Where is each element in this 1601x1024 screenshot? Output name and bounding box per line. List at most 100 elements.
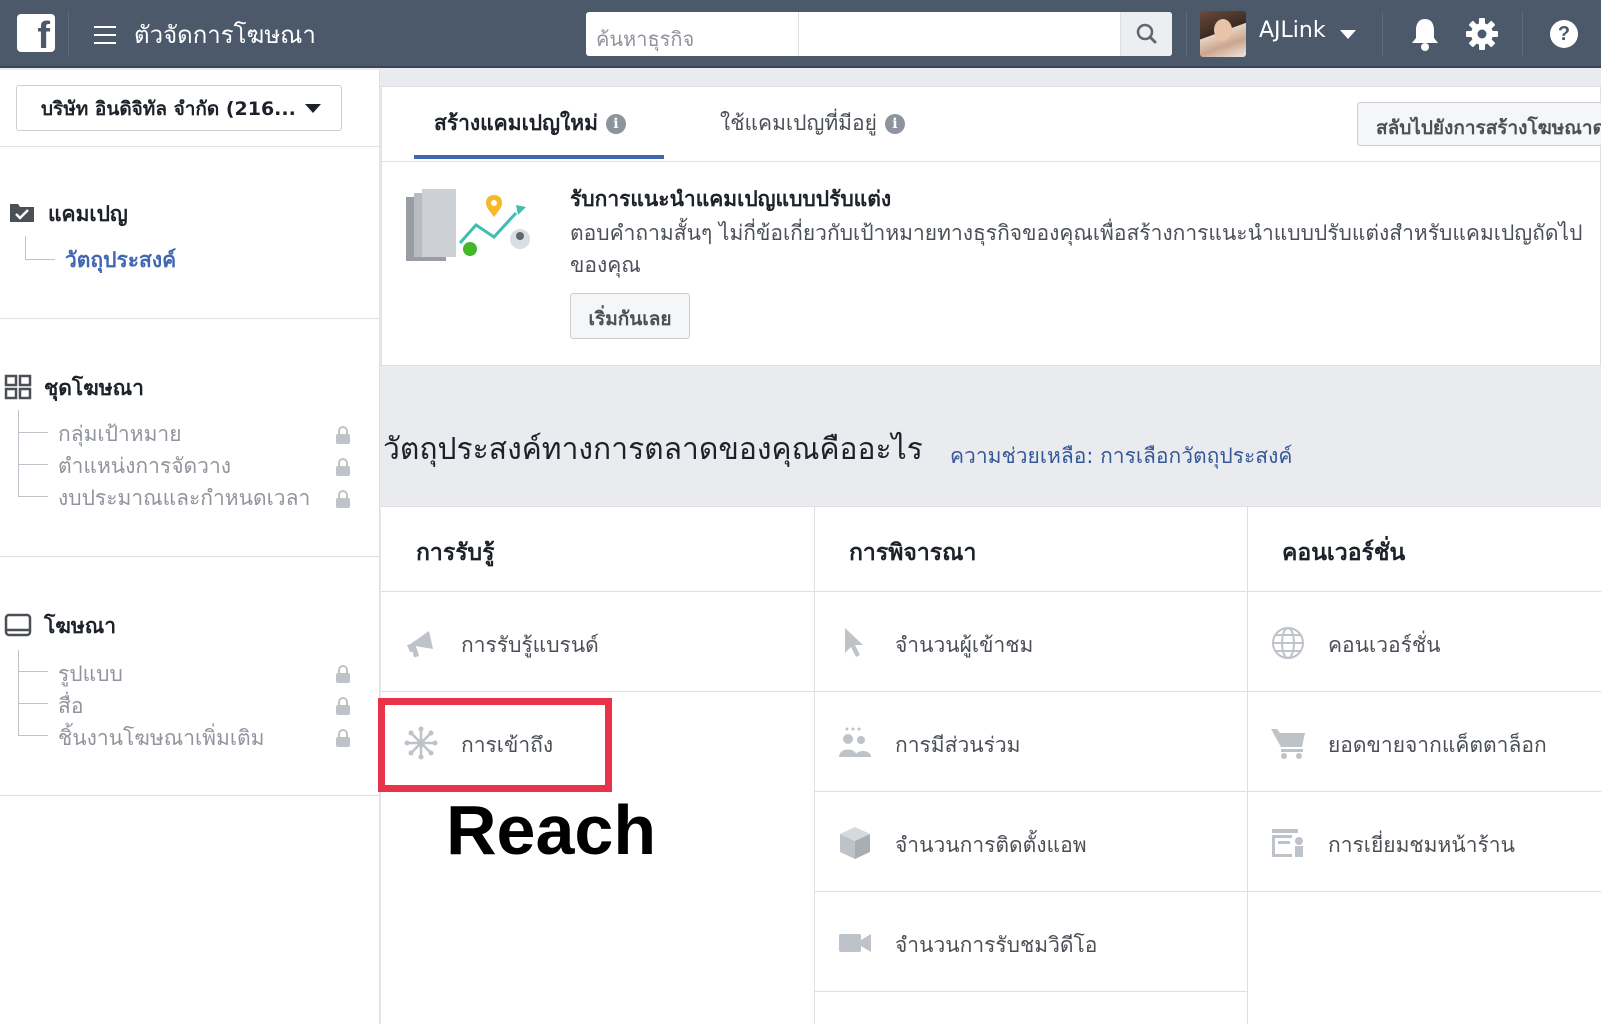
objective-app-installs[interactable]: จำนวนการติดตั้งแอพ <box>815 793 1247 891</box>
row-divider <box>814 891 1601 892</box>
ad-label: โฆษณา <box>44 614 116 638</box>
objective-catalog-sales[interactable]: ยอดขายจากแค็ตตาล็อก <box>1248 693 1601 791</box>
facebook-logo-icon[interactable]: f <box>17 14 55 57</box>
reach-annotation-text: Reach <box>446 791 657 869</box>
objective-store-traffic[interactable]: การเยี่ยมชมหน้าร้าน <box>1248 793 1601 891</box>
settings-gear-icon[interactable] <box>1464 16 1500 52</box>
column-heading-conversion: คอนเวอร์ชั่น <box>1282 540 1406 566</box>
tree-tick <box>18 703 48 704</box>
objective-traffic[interactable]: จำนวนผู้เข้าชม <box>815 593 1247 691</box>
facebook-logo-letter: f <box>37 15 50 57</box>
tree-tick <box>18 464 48 465</box>
objective-brand-awareness[interactable]: การรับรู้แบรนด์ <box>381 593 814 691</box>
topbar-divider <box>1186 12 1187 56</box>
get-started-button[interactable]: เริ่มกันเลย <box>570 293 690 339</box>
objective-label: ยอดขายจากแค็ตตาล็อก <box>1328 733 1547 757</box>
lock-icon <box>336 697 350 715</box>
people-icon <box>839 727 871 757</box>
search-button[interactable] <box>1120 12 1172 56</box>
megaphone-icon <box>407 631 433 658</box>
lock-icon <box>336 665 350 683</box>
ad-set-label: ชุดโฆษณา <box>44 376 144 400</box>
topbar-divider <box>1522 12 1523 56</box>
tree-tick <box>25 259 55 260</box>
lock-icon <box>336 458 350 476</box>
campaign-recommendation-illustration-icon <box>406 189 530 261</box>
recommendation-title: รับการแนะนำแคมเปญแบบปรับแต่ง <box>570 187 892 211</box>
row-divider <box>814 791 1601 792</box>
objective-video-views[interactable]: จำนวนการรับชมวิดีโอ <box>815 893 1247 991</box>
objective-label: จำนวนการรับชมวิดีโอ <box>895 933 1098 957</box>
checked-folder-icon <box>10 204 34 222</box>
sidebar-item-placement[interactable]: ตำแหน่งการจัดวาง <box>58 450 231 483</box>
tabs-divider <box>382 161 1601 162</box>
account-selector[interactable]: บริษัท อินดิจิทัล จำกัด (216... <box>16 85 342 131</box>
notifications-bell-icon[interactable] <box>1408 16 1442 52</box>
get-started-label: เริ่มกันเลย <box>588 308 672 330</box>
store-icon <box>1272 829 1303 857</box>
monitor-icon <box>4 613 32 637</box>
left-sidebar: บริษัท อินดิจิทัล จำกัด (216... แคมเปญ ว… <box>0 70 380 1024</box>
tab-create-new-campaign[interactable]: สร้างแคมเปญใหม่ i <box>434 107 626 140</box>
sidebar-divider <box>0 795 380 796</box>
help-icon[interactable]: ? <box>1550 20 1578 48</box>
objective-label: จำนวนผู้เข้าชม <box>895 633 1034 657</box>
account-chevron-down-icon <box>305 104 321 113</box>
app-title: ตัวจัดการโฆษณา <box>134 21 316 49</box>
sidebar-divider <box>0 318 380 319</box>
objective-label: คอนเวอร์ชั่น <box>1328 633 1441 657</box>
hamburger-menu-icon[interactable] <box>94 26 116 44</box>
objective-label: การเยี่ยมชมหน้าร้าน <box>1328 833 1515 857</box>
objective-label: การรับรู้แบรนด์ <box>461 633 599 657</box>
sidebar-item-objective[interactable]: วัตถุประสงค์ <box>65 244 176 277</box>
info-icon[interactable]: i <box>605 114 626 134</box>
switch-to-quick-creation-button[interactable]: สลับไปยังการสร้างโฆษณาด่วน <box>1357 102 1601 146</box>
objective-conversions[interactable]: คอนเวอร์ชั่น <box>1248 593 1601 691</box>
sidebar-item-media[interactable]: สื่อ <box>58 690 83 723</box>
reach-highlight-box <box>378 698 612 792</box>
topbar-divider <box>1382 12 1383 56</box>
cart-icon <box>1271 729 1305 759</box>
avatar[interactable] <box>1200 11 1246 57</box>
column-heading-consideration: การพิจารณา <box>849 540 977 566</box>
lock-icon <box>336 426 350 444</box>
objective-label: การมีส่วนร่วม <box>895 733 1021 757</box>
objective-help-link[interactable]: ความช่วยเหลือ: การเลือกวัตถุประสงค์ <box>950 440 1292 473</box>
column-heading-awareness: การรับรู้ <box>416 540 495 566</box>
tree-tick <box>18 735 48 736</box>
objective-question-title: วัตถุประสงค์ทางการตลาดของคุณคืออะไร <box>383 432 923 467</box>
objective-engagement[interactable]: การมีส่วนร่วม <box>815 693 1247 791</box>
active-tab-indicator <box>414 155 664 159</box>
search-icon <box>1136 23 1157 44</box>
sidebar-item-format[interactable]: รูปแบบ <box>58 658 123 691</box>
tree-line <box>18 410 19 496</box>
campaign-label: แคมเปญ <box>48 202 128 226</box>
tree-tick <box>18 671 48 672</box>
lock-icon <box>336 490 350 508</box>
user-menu-chevron-down-icon[interactable] <box>1340 30 1356 39</box>
video-camera-icon <box>839 934 871 952</box>
user-name[interactable]: AJLink <box>1259 18 1326 43</box>
row-divider <box>381 691 1601 692</box>
switch-button-label: สลับไปยังการสร้างโฆษณาด่วน <box>1376 117 1601 139</box>
row-divider <box>381 591 1601 592</box>
business-search <box>586 12 1172 56</box>
sidebar-item-budget-schedule[interactable]: งบประมาณและกำหนดเวลา <box>58 482 310 515</box>
topbar-divider <box>68 12 69 56</box>
sidebar-item-additional-creative[interactable]: ชิ้นงานโฆษณาเพิ่มเติม <box>58 722 265 755</box>
tab-use-existing-campaign[interactable]: ใช้แคมเปญที่มีอยู่ i <box>720 107 905 140</box>
search-field-wrap <box>586 12 799 56</box>
row-divider <box>814 991 1247 992</box>
sidebar-divider <box>0 146 380 147</box>
sidebar-item-audience[interactable]: กลุ่มเป้าหมาย <box>58 418 182 451</box>
objective-label: จำนวนการติดตั้งแอพ <box>895 833 1087 857</box>
grid-icon <box>4 374 32 400</box>
info-icon[interactable]: i <box>884 114 905 134</box>
tree-tick <box>18 432 48 433</box>
search-input[interactable] <box>586 12 798 56</box>
tab-create-new-label: สร้างแคมเปญใหม่ <box>434 111 598 135</box>
globe-icon <box>1272 627 1304 659</box>
tab-use-existing-label: ใช้แคมเปญที่มีอยู่ <box>720 111 877 135</box>
account-name: บริษัท อินดิจิทัล จำกัด (216... <box>41 98 296 120</box>
tree-line <box>18 650 19 736</box>
